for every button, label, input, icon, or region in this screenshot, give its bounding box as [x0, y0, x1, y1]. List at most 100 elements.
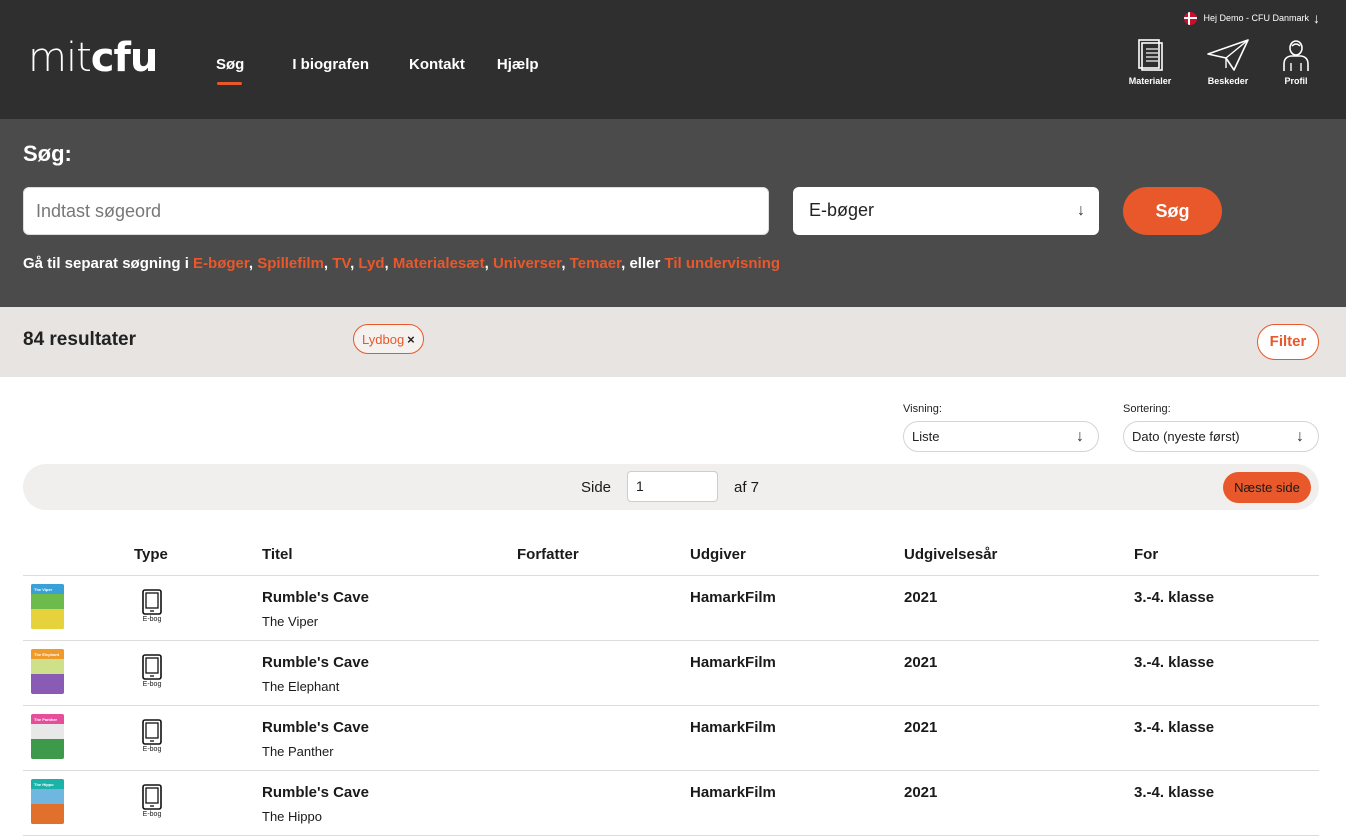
header-tools: Materialer Beskeder Profil [1106, 38, 1346, 98]
nav-item-hjaelp[interactable]: Hjælp [497, 56, 539, 73]
book-icon [1138, 39, 1163, 71]
target-grade: 3.-4. klasse [1134, 589, 1215, 606]
logo-light-text: mit [28, 35, 92, 81]
cover-scene [31, 609, 64, 629]
publisher: HamarkFilm [690, 654, 776, 671]
column-header-titel[interactable]: Titel [262, 546, 293, 563]
type-label: E-bog [142, 681, 162, 688]
top-header: mit cfu Søg I biografen Kontakt Hjælp Hej… [0, 0, 1346, 119]
column-header-udgiver[interactable]: Udgiver [690, 546, 746, 563]
column-header-type[interactable]: Type [134, 546, 168, 563]
visning-label: Visning: [903, 403, 942, 415]
visning-select[interactable]: Liste ↓ [903, 421, 1099, 452]
title-link[interactable]: Rumble's Cave [262, 589, 369, 606]
type-label: E-bog [142, 746, 162, 753]
release-year: 2021 [904, 654, 938, 671]
link-til-undervisning[interactable]: Til undervisning [664, 255, 780, 272]
visning-select-value: Liste [912, 429, 940, 444]
paper-plane-icon [1207, 39, 1249, 71]
publisher: HamarkFilm [690, 589, 776, 606]
separate-search-links: Gå til separat søgning i E-bøger, Spille… [23, 255, 781, 272]
arrow-down-icon: ↓ [1296, 427, 1304, 445]
column-header-udgivelsesaar[interactable]: Udgivelsesår [904, 546, 997, 563]
title-link[interactable]: Rumble's Cave [262, 719, 369, 736]
sortering-select-value: Dato (nyeste først) [1132, 429, 1240, 444]
table-row[interactable]: The Viper E-bog Rumble's Cave The Viper … [23, 576, 1319, 641]
ebook-icon [142, 589, 162, 615]
mitcfu-logo[interactable]: mit cfu [28, 35, 159, 81]
quicklinks-prefix: Gå til separat søgning i [23, 255, 189, 272]
cover-title: The Panther [34, 717, 58, 722]
publisher: HamarkFilm [690, 719, 776, 736]
filter-button[interactable]: Filter [1257, 324, 1319, 360]
active-filter-chip[interactable]: Lydbog × [353, 324, 424, 354]
subtitle: The Elephant [262, 679, 340, 694]
page-number-input[interactable]: 1 [627, 471, 718, 502]
materialer-button[interactable]: Materialer [1120, 38, 1180, 86]
type-cell: E-bog [135, 589, 169, 623]
materialer-label: Materialer [1128, 76, 1172, 86]
column-header-for[interactable]: For [1134, 546, 1158, 563]
person-icon [1283, 40, 1309, 71]
greeting-text: Hej Demo - CFU Danmark [1203, 13, 1309, 23]
results-count: 84 resultater [23, 329, 137, 350]
table-row[interactable]: The Elephant E-bog Rumble's Cave The Ele… [23, 641, 1319, 706]
release-year: 2021 [904, 784, 938, 801]
column-header-forfatter[interactable]: Forfatter [517, 546, 579, 563]
link-materialesaet[interactable]: Materialesæt [393, 255, 485, 272]
beskeder-button[interactable]: Beskeder [1198, 38, 1258, 86]
cover-thumbnail[interactable]: The Hippo [31, 779, 64, 824]
link-tv[interactable]: TV [332, 255, 350, 272]
release-year: 2021 [904, 589, 938, 606]
target-grade: 3.-4. klasse [1134, 719, 1215, 736]
logo-bold-text: cfu [90, 35, 159, 81]
link-universer[interactable]: Universer [493, 255, 561, 272]
table-row[interactable]: The Hippo E-bog Rumble's Cave The Hippo … [23, 771, 1319, 836]
profil-button[interactable]: Profil [1266, 38, 1326, 86]
sortering-select[interactable]: Dato (nyeste først) ↓ [1123, 421, 1319, 452]
type-cell: E-bog [135, 719, 169, 753]
nav-item-soeg[interactable]: Søg [216, 56, 244, 85]
cover-title: The Hippo [34, 782, 54, 787]
page-label: Side [581, 479, 612, 496]
subtitle: The Viper [262, 614, 319, 629]
cover-title: The Elephant [34, 652, 60, 657]
link-temaer[interactable]: Temaer [570, 255, 621, 272]
category-select[interactable]: E-bøger ↓ [793, 187, 1099, 235]
target-grade: 3.-4. klasse [1134, 654, 1215, 671]
title-link[interactable]: Rumble's Cave [262, 654, 369, 671]
search-title: Søg: [23, 141, 72, 166]
link-lyd[interactable]: Lyd [358, 255, 384, 272]
table-row[interactable]: The Panther E-bog Rumble's Cave The Pant… [23, 706, 1319, 771]
profil-label: Profil [1284, 76, 1308, 86]
nav-item-i-biografen[interactable]: I biografen [292, 56, 369, 73]
arrow-down-icon: ↓ [1076, 427, 1084, 445]
cover-thumbnail[interactable]: The Elephant [31, 649, 64, 694]
category-select-value: E-bøger [809, 200, 875, 220]
nav-item-kontakt[interactable]: Kontakt [409, 56, 465, 73]
pagination-bar: Side 1 af 7 Næste side [23, 464, 1319, 510]
cover-thumbnail[interactable]: The Panther [31, 714, 64, 759]
title-link[interactable]: Rumble's Cave [262, 784, 369, 801]
link-e-boeger[interactable]: E-bøger [193, 255, 249, 272]
close-icon[interactable]: × [407, 332, 415, 347]
type-cell: E-bog [135, 654, 169, 688]
user-greeting[interactable]: Hej Demo - CFU Danmark ↓ [1184, 10, 1320, 26]
results-table-header: Type Titel Forfatter Udgiver Udgivelseså… [23, 538, 1319, 576]
type-cell: E-bog [135, 784, 169, 818]
next-page-button[interactable]: Næste side [1223, 472, 1311, 503]
arrow-down-icon: ↓ [1313, 10, 1320, 26]
cover-scene [31, 674, 64, 694]
publisher: HamarkFilm [690, 784, 776, 801]
ebook-icon [142, 654, 162, 680]
quicklinks-joiner: eller [629, 255, 661, 272]
link-spillefilm[interactable]: Spillefilm [257, 255, 324, 272]
results-bar: 84 resultater Lydbog × Filter [0, 307, 1346, 377]
search-input[interactable] [23, 187, 769, 235]
cover-scene [31, 739, 64, 759]
search-button[interactable]: Søg [1123, 187, 1222, 235]
main-nav: Søg I biografen Kontakt Hjælp [216, 56, 539, 85]
cover-thumbnail[interactable]: The Viper [31, 584, 64, 629]
active-filter-label: Lydbog [362, 331, 405, 347]
search-section: Søg: E-bøger ↓ Søg Gå til separat søgnin… [0, 119, 1346, 307]
